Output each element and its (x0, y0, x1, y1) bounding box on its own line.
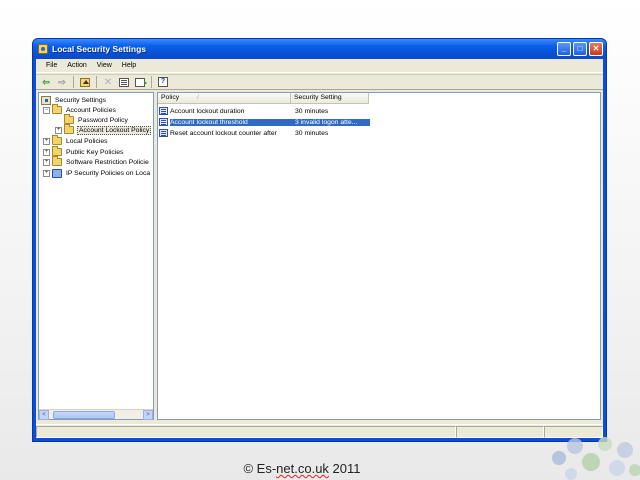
column-header-policy[interactable]: Policy / (158, 93, 291, 104)
expand-toggle[interactable]: + (43, 169, 50, 177)
status-cell-secondary (456, 426, 544, 438)
policy-setting: 30 minutes (295, 107, 329, 115)
delete-icon[interactable]: ✕ (101, 76, 115, 88)
toolbar-separator (96, 76, 97, 88)
export-list-button[interactable] (133, 76, 147, 88)
ip-security-icon (52, 168, 62, 178)
tree-item-ip-security-policies[interactable]: + IP Security Policies on Loca (43, 168, 151, 178)
window-client-area: File Action View Help ⇦ ⇨ ✕ ? Security S… (36, 59, 603, 438)
tree-item-local-policies[interactable]: + Local Policies (43, 135, 109, 146)
window-title: Local Security Settings (52, 44, 146, 54)
policy-icon (159, 118, 168, 126)
folder-icon (52, 156, 62, 166)
policy-name: Account lockout threshold (170, 118, 292, 126)
export-list-icon (135, 77, 147, 87)
expand-toggle[interactable]: + (55, 126, 62, 134)
policy-name: Account lockout duration (170, 107, 245, 115)
menu-bar: File Action View Help (36, 59, 603, 73)
column-header-setting-label: Security Setting (294, 94, 342, 101)
title-bar[interactable]: Local Security Settings _ □ ✕ (33, 39, 606, 59)
back-arrow-icon[interactable]: ⇦ (39, 76, 53, 88)
tree-item-label: Account Lockout Policy (77, 125, 152, 135)
properties-icon (119, 77, 129, 87)
tree-item-account-lockout-policy[interactable]: + Account Lockout Policy (55, 124, 152, 135)
console-tree-pane[interactable]: Security Settings − Account Policies Pas… (38, 92, 154, 420)
list-item[interactable]: Account lockout duration 30 minutes (159, 106, 370, 116)
minimize-button[interactable]: _ (557, 42, 571, 56)
folder-icon (64, 124, 74, 134)
up-folder-button[interactable] (78, 76, 92, 88)
scroll-right-button[interactable]: > (143, 409, 153, 420)
footer-domain: net.co.uk (276, 461, 329, 476)
toolbar-separator (73, 76, 74, 88)
window-controls: _ □ ✕ (557, 42, 603, 56)
maximize-button[interactable]: □ (573, 42, 587, 56)
list-item[interactable]: Account lockout threshold 3 invalid logo… (159, 117, 370, 127)
folder-icon (64, 114, 74, 124)
tree-item-label: Public Key Policies (66, 148, 124, 156)
security-settings-icon (41, 95, 51, 105)
menu-action[interactable]: Action (62, 62, 91, 69)
tree-item-label: IP Security Policies on Loca (66, 169, 151, 177)
decorative-bubbles (552, 437, 640, 480)
folder-icon (52, 104, 62, 114)
policy-icon (159, 129, 168, 137)
up-folder-icon (80, 77, 90, 87)
policy-setting: 3 invalid logon atte... (292, 118, 370, 126)
status-bar (36, 424, 603, 438)
sort-indicator: / (197, 95, 199, 101)
copyright-footer: © Es-net.co.uk 2011 (0, 461, 604, 476)
footer-prefix: © Es- (243, 461, 277, 476)
scroll-left-button[interactable]: < (39, 409, 49, 420)
status-cell-main (36, 426, 456, 438)
list-item[interactable]: Reset account lockout counter after 30 m… (159, 128, 370, 138)
security-settings-app-icon (38, 44, 48, 54)
column-header-policy-label: Policy (161, 94, 180, 101)
tree-root-label: Security Settings (55, 96, 106, 104)
policy-setting: 30 minutes (295, 129, 329, 137)
collapse-toggle[interactable]: − (43, 106, 50, 114)
policy-name: Reset account lockout counter after (170, 129, 277, 137)
tree-item-label: Software Restriction Policie (66, 158, 149, 166)
local-security-settings-window: Local Security Settings _ □ ✕ File Actio… (32, 38, 607, 442)
expand-toggle[interactable]: + (43, 137, 50, 145)
tree-item-label: Local Policies (66, 137, 108, 145)
expand-toggle[interactable]: + (43, 148, 50, 156)
help-button[interactable]: ? (156, 76, 170, 88)
list-header: Policy / Security Setting (158, 93, 369, 104)
policy-icon (159, 107, 168, 115)
tree-item-software-restriction-policies[interactable]: + Software Restriction Policie (43, 156, 150, 167)
tree-item-account-policies[interactable]: − Account Policies (43, 104, 117, 115)
expander-placeholder (55, 117, 62, 124)
folder-icon (52, 146, 62, 156)
column-header-security-setting[interactable]: Security Setting (291, 93, 369, 104)
close-button[interactable]: ✕ (589, 42, 603, 56)
footer-suffix: 2011 (328, 461, 361, 476)
menu-file[interactable]: File (41, 62, 62, 69)
scroll-thumb[interactable] (53, 410, 115, 419)
tree-horizontal-scrollbar[interactable]: < > (39, 409, 153, 420)
forward-arrow-icon[interactable]: ⇨ (55, 76, 69, 88)
menu-help[interactable]: Help (117, 62, 141, 69)
tree-item-label: Password Policy (78, 116, 128, 124)
menu-view[interactable]: View (92, 62, 117, 69)
help-icon: ? (158, 77, 168, 87)
toolbar-separator (151, 76, 152, 88)
tree-root[interactable]: Security Settings (41, 95, 107, 105)
tree-item-label: Account Policies (66, 106, 116, 114)
toolbar: ⇦ ⇨ ✕ ? (36, 74, 603, 90)
expand-toggle[interactable]: + (43, 158, 50, 166)
folder-icon (52, 135, 62, 145)
details-list-pane[interactable]: Policy / Security Setting Account lockout… (157, 92, 601, 420)
properties-button[interactable] (117, 76, 131, 88)
